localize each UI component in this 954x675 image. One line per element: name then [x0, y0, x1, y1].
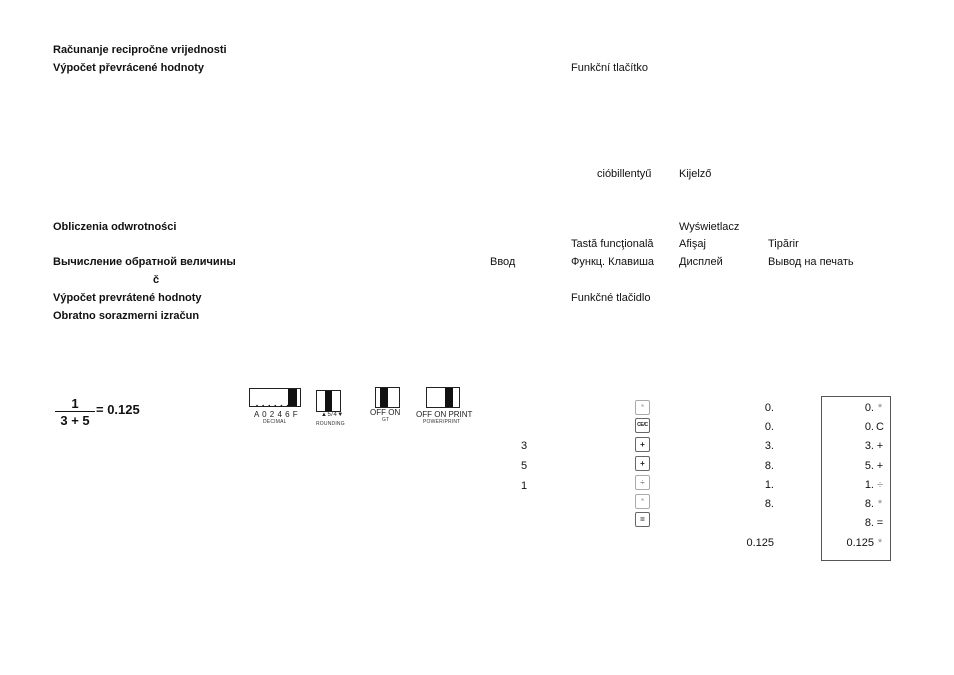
- entry-value: 3: [521, 440, 528, 452]
- tape-symbol: C: [876, 421, 884, 433]
- key-divide[interactable]: ÷: [635, 475, 650, 490]
- heading-czech: Výpočet převrácené hodnoty: [53, 62, 204, 74]
- power-print-switch-knob[interactable]: [445, 388, 453, 407]
- power-print-caption: POWER/PRINT: [423, 419, 461, 425]
- key-multiply[interactable]: *: [635, 494, 650, 509]
- tape-symbol: *: [877, 537, 883, 549]
- decimal-positions: A 0 2 4 6 F: [254, 410, 299, 419]
- tape-value: 0.125: [846, 537, 874, 549]
- label-display-hu: Kijelző: [679, 168, 712, 180]
- display-value: 0.: [764, 421, 774, 433]
- label-display-ro: Afişaj: [679, 238, 706, 250]
- heading-russian: Вычисление обратной величины: [53, 256, 236, 268]
- formula-fraction: 1 3 + 5: [55, 396, 95, 428]
- gt-switch-knob[interactable]: [380, 388, 388, 407]
- stray-character: č: [153, 274, 160, 286]
- label-function-key-ru: Функц. Клавиша: [571, 256, 655, 268]
- label-display-pl: Wyświetlacz: [679, 221, 740, 233]
- tape-value: 0.: [864, 421, 874, 433]
- heading-slovak: Výpočet prevrátené hodnoty: [53, 292, 202, 304]
- key-plus[interactable]: +: [635, 456, 650, 471]
- display-value: 0.125: [746, 537, 774, 549]
- tape-value: 8.: [864, 498, 874, 510]
- entry-value: 5: [521, 460, 528, 472]
- label-function-key-cz: Funkční tlačítko: [571, 62, 649, 74]
- label-function-key-ro: Tastă funcţională: [571, 238, 654, 250]
- rounding-switch-body[interactable]: [316, 390, 341, 412]
- tape-line: 0. *: [865, 402, 886, 414]
- tape-line: 0. C: [865, 421, 886, 433]
- gt-positions: OFF ON: [370, 408, 401, 417]
- rounding-caption: ROUNDING: [316, 421, 345, 427]
- fraction-bar: [55, 411, 95, 412]
- label-print-ru: Вывод на печать: [768, 256, 854, 268]
- decimal-caption: DECIMAL: [263, 419, 287, 425]
- power-print-switch-body[interactable]: [426, 387, 460, 408]
- gt-switch-body[interactable]: [375, 387, 400, 408]
- tape-value: 0.: [864, 402, 874, 414]
- display-value: 3.: [764, 440, 774, 452]
- tape-symbol: +: [876, 440, 884, 452]
- gt-caption: GT: [382, 417, 390, 423]
- tape-value: 8.: [864, 517, 874, 529]
- rounding-positions: ▲5/4▼: [321, 412, 344, 418]
- tape-line: 0.125 *: [846, 537, 886, 549]
- tape-symbol: ÷: [876, 479, 884, 491]
- tape-value: 3.: [864, 440, 874, 452]
- tape-symbol: *: [877, 498, 883, 510]
- formula-denominator: 3 + 5: [60, 413, 90, 428]
- label-entry-ru: Ввод: [490, 256, 516, 268]
- display-value: 8.: [764, 498, 774, 510]
- tape-value: 1.: [864, 479, 874, 491]
- tape-symbol: *: [877, 402, 883, 414]
- rounding-switch-knob[interactable]: [325, 391, 332, 411]
- tape-symbol: +: [876, 460, 884, 472]
- heading-croatian: Računanje recipročne vrijednosti: [53, 44, 227, 56]
- formula-result: = 0.125: [96, 402, 140, 417]
- tape-line: 8. =: [865, 517, 886, 529]
- key-multiply[interactable]: *: [635, 400, 650, 415]
- tape-line: 5. +: [865, 460, 886, 472]
- label-function-key-hu: cióbillentyű: [597, 168, 652, 180]
- tape-line: 1. ÷: [865, 479, 886, 491]
- label-print-ro: Tipărir: [768, 238, 799, 250]
- tape-line: 3. +: [865, 440, 886, 452]
- printer-tape: 0. * 0. C 3. + 5. + 1. ÷ 8. * 8. = 0.125 *: [821, 396, 891, 561]
- power-print-positions: OFF ON PRINT: [416, 410, 473, 419]
- formula-numerator: 1: [71, 396, 79, 411]
- display-value: 8.: [764, 460, 774, 472]
- heading-polish: Obliczenia odwrotności: [53, 221, 177, 233]
- tape-symbol: =: [876, 517, 884, 529]
- tape-value: 5.: [864, 460, 874, 472]
- key-plus[interactable]: +: [635, 437, 650, 452]
- display-value: 1.: [764, 479, 774, 491]
- heading-slovenian: Obratno sorazmerni izračun: [53, 310, 200, 322]
- tape-line: 8. *: [865, 498, 886, 510]
- key-equals[interactable]: =: [635, 512, 650, 527]
- label-display-ru: Дисплей: [679, 256, 723, 268]
- key-ce-c[interactable]: CE/C: [635, 418, 650, 433]
- display-value: 0.: [764, 402, 774, 414]
- entry-value: 1: [521, 480, 528, 492]
- label-function-key-sk: Funkčné tlačidlo: [571, 292, 651, 304]
